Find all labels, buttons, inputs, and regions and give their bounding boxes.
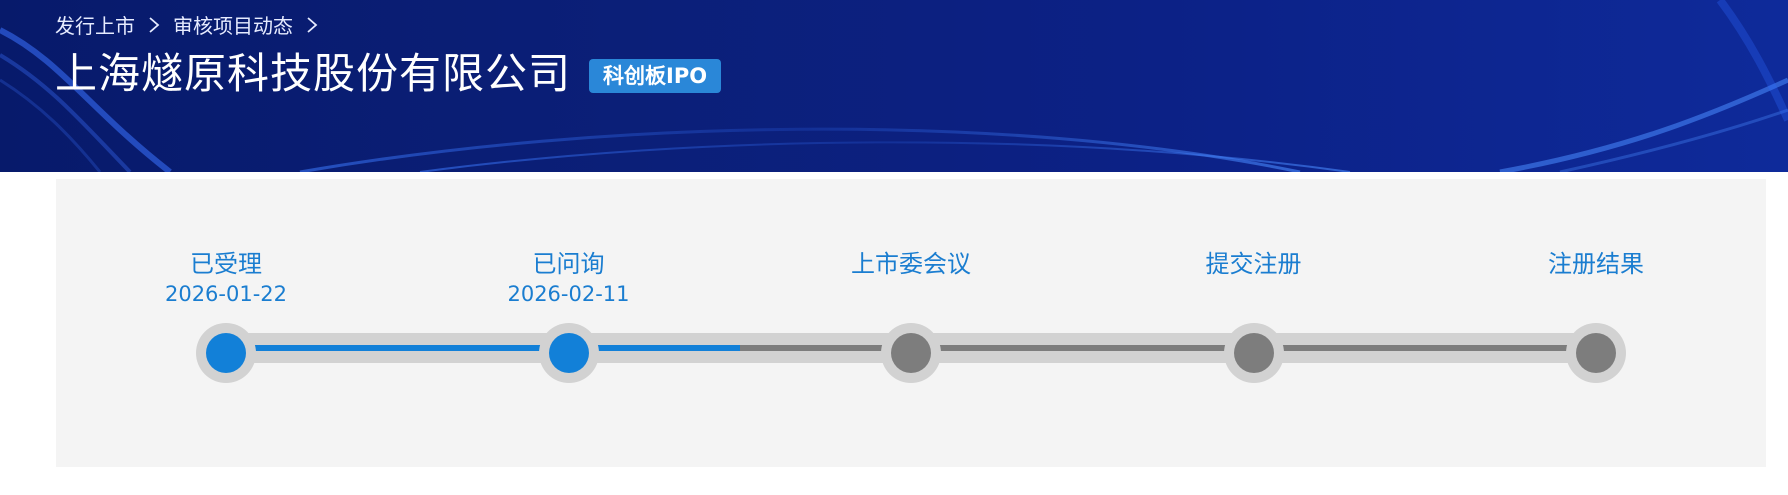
progress-step-listing-committee: 上市委会议 [801,179,1021,467]
chevron-right-icon [147,15,161,35]
step-label: 上市委会议 [851,250,971,278]
step-label: 已受理 [190,250,262,278]
step-date: 2026-02-11 [507,282,630,306]
header-banner: 发行上市 审核项目动态 上海燧原科技股份有限公司 科创板IPO [0,0,1788,172]
step-label: 已问询 [532,250,605,278]
step-node-dot [1576,333,1616,373]
step-label: 注册结果 [1548,250,1644,278]
review-progress-panel: 已受理 2026-01-22 已问询 2026-02-11 上市委会议 提交注册… [56,179,1766,467]
breadcrumb: 发行上市 审核项目动态 [55,10,319,39]
step-node-dot [891,333,931,373]
step-node-dot [1233,333,1274,373]
progress-step-registration-result: 注册结果 [1486,179,1706,467]
progress-step-submit-registration: 提交注册 [1144,179,1364,467]
page-title: 上海燧原科技股份有限公司 [55,49,572,98]
title-row: 上海燧原科技股份有限公司 科创板IPO [55,46,722,102]
board-badge: 科创板IPO [589,59,722,93]
breadcrumb-item-review-dynamics[interactable]: 审核项目动态 [173,10,293,39]
step-node-dot [548,333,589,373]
step-node-dot [206,333,246,373]
chevron-right-icon [305,15,319,35]
progress-step-accepted: 已受理 2026-01-22 [116,179,336,467]
progress-step-inquired: 已问询 2026-02-11 [459,179,679,467]
step-label: 提交注册 [1205,250,1302,278]
step-date: 2026-01-22 [164,282,288,306]
breadcrumb-item-ipo[interactable]: 发行上市 [55,10,135,39]
